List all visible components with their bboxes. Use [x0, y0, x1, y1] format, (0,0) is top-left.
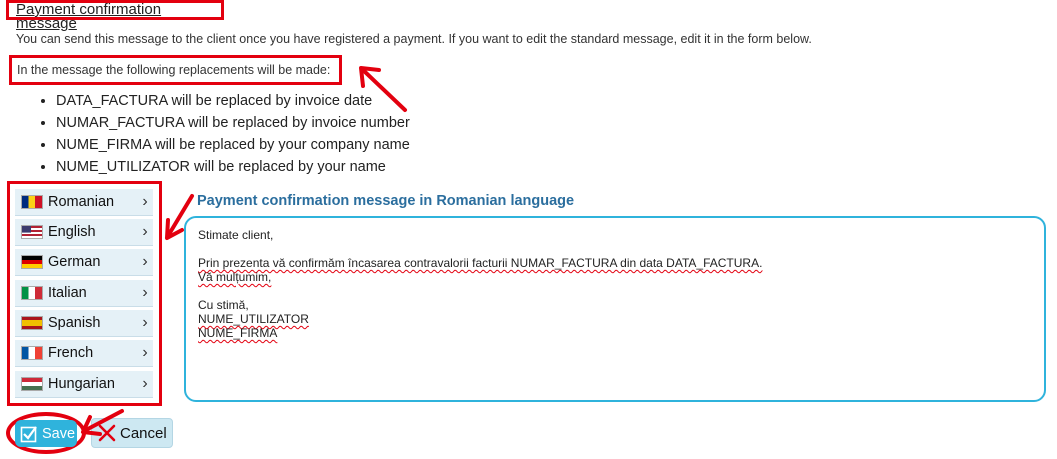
- message-editor[interactable]: Stimate client, Prin prezenta vă confirm…: [184, 216, 1046, 402]
- chevron-right-icon: ›: [142, 223, 148, 240]
- chevron-right-icon: ›: [142, 193, 148, 210]
- message-closing: Cu stimă,: [198, 298, 249, 312]
- language-label: Romanian: [48, 194, 115, 210]
- language-item-english[interactable]: English ›: [15, 219, 153, 246]
- italy-flag-icon: [21, 286, 43, 300]
- language-item-german[interactable]: German ›: [15, 249, 153, 276]
- usa-flag-icon: [21, 225, 43, 239]
- replacement-item: NUME_UTILIZATOR will be replaced by your…: [56, 156, 410, 178]
- checkbox-check-icon: [20, 425, 37, 442]
- replacements-list: DATA_FACTURA will be replaced by invoice…: [16, 90, 410, 178]
- language-label: Italian: [48, 285, 87, 301]
- close-icon: [98, 424, 116, 442]
- language-label: Hungarian: [48, 376, 115, 392]
- germany-flag-icon: [21, 255, 43, 269]
- replacement-item: NUME_FIRMA will be replaced by your comp…: [56, 134, 410, 156]
- chevron-right-icon: ›: [142, 284, 148, 301]
- message-greeting: Stimate client,: [198, 228, 274, 242]
- spain-flag-icon: [21, 316, 43, 330]
- save-button[interactable]: Save: [15, 420, 77, 447]
- save-label: Save: [42, 425, 76, 442]
- message-company: NUME_FIRMA: [198, 326, 278, 340]
- replacements-title: In the message the following replacement…: [9, 55, 342, 85]
- language-list: Romanian › English › German › Italian › …: [7, 181, 162, 406]
- chevron-right-icon: ›: [142, 314, 148, 331]
- language-label: Spanish: [48, 315, 101, 331]
- replacement-item: DATA_FACTURA will be replaced by invoice…: [56, 90, 410, 112]
- language-item-italian[interactable]: Italian ›: [15, 280, 153, 307]
- cancel-label: Cancel: [120, 424, 167, 442]
- language-item-french[interactable]: French ›: [15, 340, 153, 367]
- language-label: English: [48, 224, 96, 240]
- message-body-line2: Vă mulțumim,: [198, 270, 272, 284]
- language-item-romanian[interactable]: Romanian ›: [15, 189, 153, 216]
- language-item-spanish[interactable]: Spanish ›: [15, 310, 153, 337]
- romania-flag-icon: [21, 195, 43, 209]
- language-label: German: [48, 254, 101, 270]
- language-label: French: [48, 345, 94, 361]
- message-user: NUME_UTILIZATOR: [198, 312, 309, 326]
- message-body-line1: Prin prezenta vă confirmăm încasarea con…: [198, 256, 763, 270]
- chevron-right-icon: ›: [142, 344, 148, 361]
- language-item-hungarian[interactable]: Hungarian ›: [15, 371, 153, 398]
- france-flag-icon: [21, 346, 43, 360]
- page-title: Payment confirmation message: [6, 0, 224, 31]
- chevron-right-icon: ›: [142, 375, 148, 392]
- hungary-flag-icon: [21, 377, 43, 391]
- intro-text: You can send this message to the client …: [16, 32, 812, 46]
- replacement-item: NUMAR_FACTURA will be replaced by invoic…: [56, 112, 410, 134]
- form-title: Payment confirmation message in Romanian…: [197, 193, 575, 209]
- cancel-button[interactable]: Cancel: [91, 418, 173, 448]
- chevron-right-icon: ›: [142, 253, 148, 270]
